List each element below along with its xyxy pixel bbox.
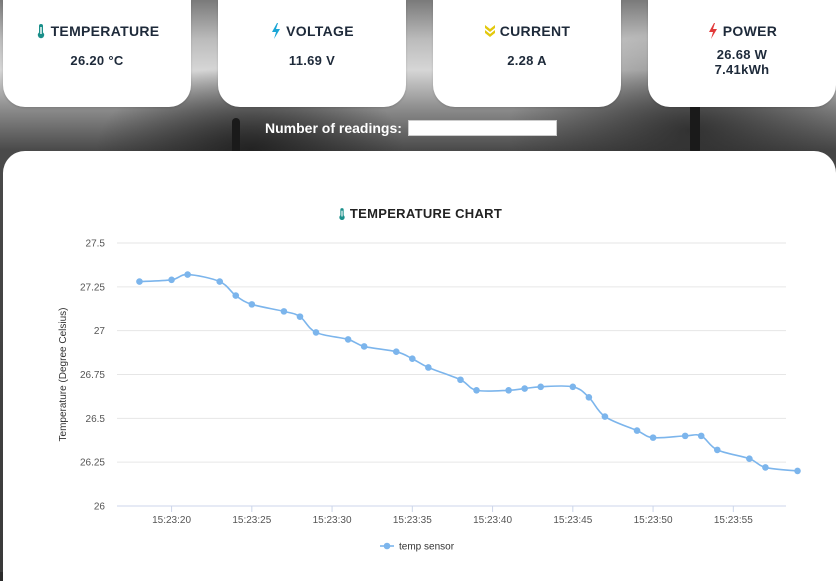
thermometer-icon <box>37 24 44 39</box>
voltage-card: VOLTAGE 11.69 V <box>218 0 406 107</box>
y-axis-label: Temperature (Degree Celsius) <box>58 308 69 442</box>
x-tick-label: 15:23:20 <box>152 515 191 526</box>
data-point <box>280 308 288 315</box>
legend-label: temp sensor <box>399 542 455 553</box>
bolt-icon <box>708 23 717 39</box>
x-tick-label: 15:23:55 <box>714 515 753 526</box>
data-point <box>762 464 769 471</box>
data-point <box>409 355 416 363</box>
card-title-text: POWER <box>722 23 778 39</box>
temperature-line-chart: 26 26.25 26.5 26.75 27 27.25 27.5 15:23:20 15:23… <box>58 239 801 553</box>
power-value: 26.68 W <box>716 47 768 62</box>
x-tick-label: 15:23:40 <box>473 515 512 526</box>
legend-marker <box>383 542 391 550</box>
data-point <box>537 383 545 391</box>
data-point <box>344 336 352 343</box>
y-tick-label: 26.5 <box>86 414 106 425</box>
data-point <box>392 348 400 356</box>
current-card: CURRENT 2.28 A <box>433 0 621 107</box>
y-tick-label: 27.25 <box>80 282 105 293</box>
temperature-card: TEMPERATURE 26.20 °C <box>3 0 191 107</box>
data-point <box>296 313 304 320</box>
data-point <box>473 386 480 394</box>
double-chevron-down-icon <box>484 25 495 37</box>
power-card-title: POWER <box>648 23 836 39</box>
card-title-text: TEMPERATURE <box>50 23 160 39</box>
data-point <box>601 413 609 420</box>
data-point <box>697 432 705 440</box>
series-line <box>139 273 798 472</box>
data-point <box>649 434 657 441</box>
data-point <box>457 376 464 384</box>
voltage-card-title: VOLTAGE <box>218 23 406 39</box>
data-point <box>168 276 175 284</box>
current-value: 2.28 A <box>507 53 547 68</box>
x-tick-label: 15:23:45 <box>553 515 592 526</box>
readings-label: Number of readings: <box>265 120 402 136</box>
y-tick-label: 26.25 <box>80 458 105 469</box>
data-point <box>521 385 528 392</box>
data-point <box>505 386 512 394</box>
chart-card: TEMPERATURE CHART 26 26.25 26.5 26.75 27 27.2… <box>3 151 836 581</box>
data-point <box>746 455 753 462</box>
x-tick-label: 15:23:50 <box>634 515 673 526</box>
data-point <box>794 467 801 475</box>
energy-value: 7.41kWh <box>714 62 770 77</box>
x-tick-label: 15:23:35 <box>393 515 432 526</box>
y-tick-label: 26 <box>94 502 106 513</box>
data-point <box>216 278 224 285</box>
y-tick-label: 26.75 <box>80 370 105 381</box>
data-point <box>425 364 432 371</box>
data-point <box>232 292 240 299</box>
card-title-text: VOLTAGE <box>286 23 354 39</box>
data-point <box>633 427 641 434</box>
data-point <box>569 383 577 391</box>
data-point <box>136 278 143 285</box>
temperature-value: 26.20 °C <box>70 53 124 68</box>
readings-input[interactable] <box>407 120 557 136</box>
data-point <box>248 301 256 308</box>
x-tick-label: 15:23:30 <box>313 515 352 526</box>
data-point <box>585 393 593 401</box>
bolt-icon <box>272 23 281 39</box>
data-point <box>713 446 721 454</box>
y-tick-label: 27.5 <box>86 239 106 250</box>
card-title-text: CURRENT <box>499 23 571 39</box>
data-point <box>184 271 191 278</box>
data-point <box>681 432 689 440</box>
temperature-card-title: TEMPERATURE <box>3 23 191 39</box>
current-card-title: CURRENT <box>433 23 621 39</box>
y-tick-label: 27 <box>94 326 106 337</box>
voltage-value: 11.69 V <box>288 53 336 68</box>
data-point <box>360 343 368 350</box>
data-point <box>312 329 320 336</box>
readings-row: Number of readings: <box>265 120 557 136</box>
background-tree <box>690 100 700 155</box>
power-card: POWER 26.68 W 7.41kWh <box>648 0 836 107</box>
x-tick-label: 15:23:25 <box>232 515 271 526</box>
